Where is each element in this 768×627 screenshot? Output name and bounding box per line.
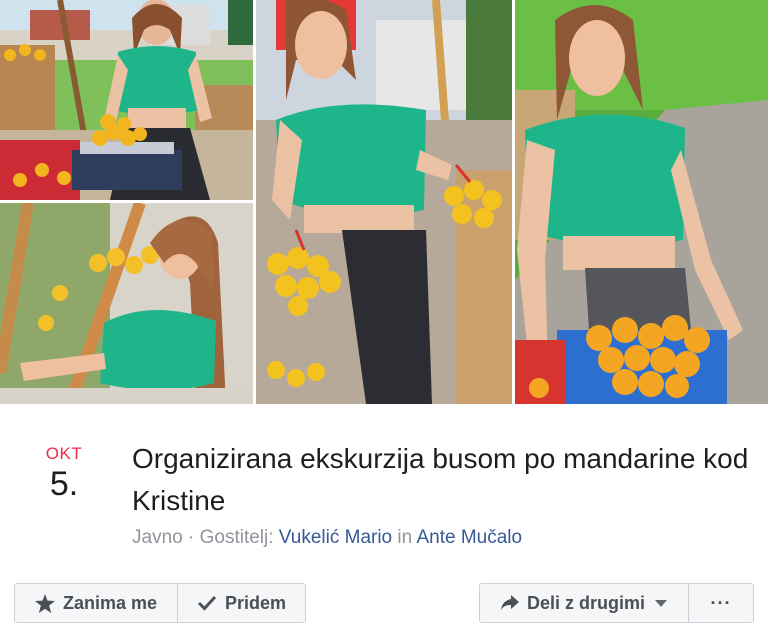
photo-holding-nets[interactable] bbox=[256, 0, 512, 404]
event-date: OKT 5. bbox=[34, 444, 94, 502]
rsvp-button-group: Zanima me Pridem bbox=[14, 583, 306, 623]
host-joiner: in bbox=[392, 527, 417, 548]
share-arrow-icon bbox=[500, 595, 519, 611]
event-day: 5. bbox=[49, 465, 79, 503]
photo-crate-of-mandarins[interactable] bbox=[515, 0, 768, 404]
more-options-button[interactable]: ··· bbox=[688, 583, 754, 623]
interested-label: Zanima me bbox=[62, 592, 158, 613]
share-button[interactable]: Deli z drugimi bbox=[479, 583, 689, 623]
star-icon bbox=[35, 593, 55, 613]
interested-button[interactable]: Zanima me bbox=[14, 583, 178, 623]
host-link-2[interactable]: Ante Mučalo bbox=[416, 527, 522, 548]
event-cover-collage[interactable] bbox=[0, 0, 768, 404]
event-title[interactable]: Organizirana ekskurzija busom po mandari… bbox=[132, 438, 752, 522]
event-meta: Javno · Gostitelj: Vukelić Mario in Ante… bbox=[132, 527, 522, 549]
chevron-down-icon bbox=[655, 599, 667, 607]
photo-leaning-stand[interactable] bbox=[0, 203, 253, 404]
going-label: Pridem bbox=[224, 592, 287, 613]
photo-market-stall-scale[interactable] bbox=[0, 0, 253, 200]
host-label: Gostitelj: bbox=[199, 527, 279, 548]
checkmark-icon bbox=[197, 595, 217, 611]
going-button[interactable]: Pridem bbox=[178, 583, 306, 623]
event-month: OKT bbox=[45, 444, 83, 463]
meta-separator: · bbox=[182, 527, 200, 548]
host-link-1[interactable]: Vukelić Mario bbox=[279, 527, 392, 548]
share-label: Deli z drugimi bbox=[526, 592, 645, 613]
privacy-label: Javno bbox=[132, 527, 183, 548]
more-dots-icon: ··· bbox=[710, 592, 732, 613]
